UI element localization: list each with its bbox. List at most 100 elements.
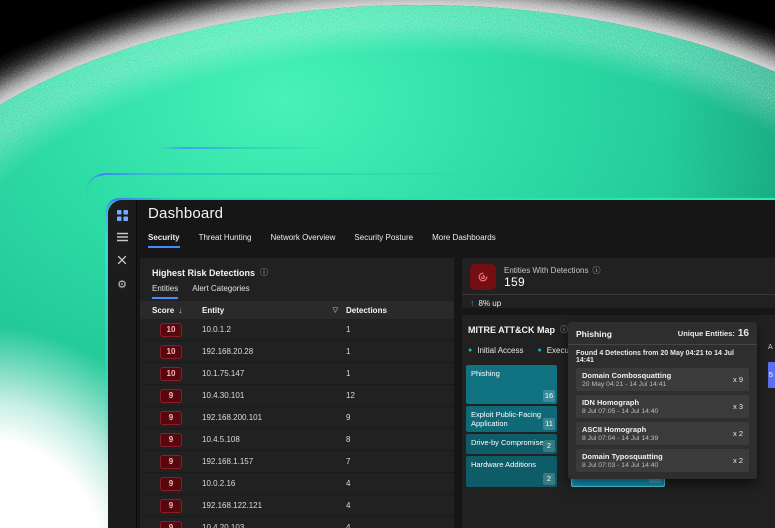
detections-red-icon xyxy=(470,264,496,290)
tile-label: Phishing xyxy=(471,369,500,378)
detection-multiplier: x 2 xyxy=(732,429,743,438)
detection-name: Domain Typosquatting xyxy=(582,452,663,461)
risk-score-badge: 9 xyxy=(160,388,182,403)
detection-range: 8 Jul 07:04 - 14 Jul 14:39 xyxy=(582,435,659,442)
app-side-rail: ⚙ xyxy=(108,200,137,528)
card-divider xyxy=(462,294,775,295)
detection-multiplier: x 2 xyxy=(732,456,743,465)
tab-more-dashboards[interactable]: More Dashboards xyxy=(432,233,496,248)
table-row[interactable]: 9 10.4.5.108 8 xyxy=(140,429,454,451)
tab-security[interactable]: Security xyxy=(148,233,180,248)
tile-label: Exploit Public-Facing Application xyxy=(471,410,542,429)
entity-ip: 192.168.20.28 xyxy=(202,347,254,356)
marketing-hero: ⚙ Dashboard Security Threat Hunting Netw… xyxy=(0,0,775,528)
info-icon[interactable]: ⓘ xyxy=(560,324,568,335)
detection-item[interactable]: Domain Combosquatting 20 May 04:21 - 14 … xyxy=(576,368,749,391)
detection-count: 9 xyxy=(346,413,351,422)
tab-entities[interactable]: Entities xyxy=(152,284,179,299)
table-header: Score ↓ Entity ▽ Detections xyxy=(140,301,454,319)
mitre-title: MITRE ATT&CK Map xyxy=(468,324,555,335)
mitre-tile-phishing[interactable]: Phishing 16 xyxy=(466,365,557,404)
highest-risk-tabs: Entities Alert Categories xyxy=(140,282,454,299)
risk-score-badge: 9 xyxy=(160,432,182,447)
detection-count: 4 xyxy=(346,523,351,528)
settings-gear-icon[interactable]: ⚙ xyxy=(108,273,136,295)
tab-alert-categories[interactable]: Alert Categories xyxy=(192,284,249,299)
legend-dot-icon: ● xyxy=(537,347,542,354)
risk-score-badge: 9 xyxy=(160,520,182,528)
table-row[interactable]: 9 10.0.2.16 4 xyxy=(140,473,454,495)
risk-score-badge: 9 xyxy=(160,476,182,491)
main-tab-bar: Security Threat Hunting Network Overview… xyxy=(148,233,496,248)
detection-count: 1 xyxy=(346,347,351,356)
popup-header: Phishing Unique Entities: 16 xyxy=(568,322,757,345)
detection-multiplier: x 3 xyxy=(732,402,743,411)
list-icon[interactable] xyxy=(108,226,136,248)
detection-item[interactable]: ASCII Homograph 8 Jul 07:04 - 14 Jul 14:… xyxy=(576,422,749,445)
entity-ip: 192.168.1.157 xyxy=(202,457,254,466)
table-row[interactable]: 10 192.168.20.28 1 xyxy=(140,341,454,363)
entities-value: 159 xyxy=(504,275,525,289)
risk-score-badge: 10 xyxy=(160,322,182,337)
entities-with-detections-card: Entities With Detections ⓘ 159 ↑ 8% up xyxy=(462,258,775,308)
entity-ip: 192.168.200.101 xyxy=(202,413,263,422)
popup-title: Phishing xyxy=(576,328,612,339)
detection-range: 8 Jul 07:05 - 14 Jul 14:40 xyxy=(582,408,659,415)
workflow-asterisk-icon[interactable] xyxy=(108,249,136,271)
entity-ip: 10.4.30.101 xyxy=(202,391,245,400)
filter-icon[interactable]: ▽ xyxy=(333,306,338,314)
tile-label: Hardware Additions xyxy=(471,460,537,469)
tab-threat-hunting[interactable]: Threat Hunting xyxy=(199,233,252,248)
entity-ip: 192.168.122.121 xyxy=(202,501,263,510)
risk-score-badge: 10 xyxy=(160,366,182,381)
detection-item[interactable]: IDN Homograph 8 Jul 07:05 - 14 Jul 14:40… xyxy=(576,395,749,418)
tab-network-overview[interactable]: Network Overview xyxy=(271,233,336,248)
dashboard-grid-icon[interactable] xyxy=(108,204,136,226)
legend-dot-icon: ● xyxy=(468,347,473,354)
highest-risk-card: Highest Risk Detections ⓘ Entities Alert… xyxy=(140,258,454,528)
tile-label: Drive-by Compromise xyxy=(471,438,544,447)
tile-count-badge: 16 xyxy=(543,390,555,402)
trend-row: ↑ 8% up xyxy=(470,298,501,308)
mitre-tile-hardware-additions[interactable]: Hardware Additions 2 xyxy=(466,456,557,487)
detection-count: 1 xyxy=(346,325,351,334)
detection-count: 4 xyxy=(346,479,351,488)
tab-security-posture[interactable]: Security Posture xyxy=(354,233,413,248)
detection-count: 7 xyxy=(346,457,351,466)
info-icon[interactable]: ⓘ xyxy=(260,267,268,278)
table-row[interactable]: 9 10.4.20.103 4 xyxy=(140,517,454,528)
table-row[interactable]: 10 10.0.1.2 1 xyxy=(140,319,454,341)
table-row[interactable]: 9 192.168.200.101 9 xyxy=(140,407,454,429)
mitre-edge-tile-partial[interactable]: 5 xyxy=(768,362,775,388)
detection-item[interactable]: Domain Typosquatting 8 Jul 07:03 - 14 Ju… xyxy=(576,449,749,472)
col-score-label: Score xyxy=(152,305,175,315)
legend-overflow-fragment: A xyxy=(768,344,773,351)
detection-range: 20 May 04:21 - 14 Jul 14:41 xyxy=(582,381,667,388)
mitre-legend: ● Initial Access ● Execution xyxy=(468,346,582,355)
entity-ip: 10.1.75.147 xyxy=(202,369,245,378)
sort-desc-icon[interactable]: ↓ xyxy=(178,306,182,315)
table-row[interactable]: 9 192.168.122.121 4 xyxy=(140,495,454,517)
phishing-detail-popup: Phishing Unique Entities: 16 Found 4 Det… xyxy=(568,322,757,479)
table-row[interactable]: 9 192.168.1.157 7 xyxy=(140,451,454,473)
mitre-tile-exploit-public-facing[interactable]: Exploit Public-Facing Application 11 xyxy=(466,406,557,432)
mitre-tile-drive-by[interactable]: Drive-by Compromise 2 xyxy=(466,434,557,454)
detection-count: 12 xyxy=(346,391,355,400)
table-row[interactable]: 10 10.1.75.147 1 xyxy=(140,363,454,385)
highest-risk-header: Highest Risk Detections ⓘ xyxy=(140,258,454,282)
detection-name: IDN Homograph xyxy=(582,398,640,407)
unique-entities-label: Unique Entities: xyxy=(677,329,735,338)
dashboard-window: ⚙ Dashboard Security Threat Hunting Netw… xyxy=(108,200,775,528)
tile-count-badge: 2 xyxy=(543,440,555,452)
detection-name: Domain Combosquatting xyxy=(582,371,672,380)
mitre-attack-card: MITRE ATT&CK Map ⓘ ● Initial Access ● Ex… xyxy=(462,315,775,528)
entity-ip: 10.0.2.16 xyxy=(202,479,236,488)
info-icon[interactable]: ⓘ xyxy=(592,265,600,276)
detection-multiplier: x 9 xyxy=(732,375,743,384)
legend-initial-access: ● Initial Access xyxy=(468,346,523,355)
entity-ip: 10.4.5.108 xyxy=(202,435,240,444)
table-row[interactable]: 9 10.4.30.101 12 xyxy=(140,385,454,407)
entity-ip: 10.0.1.2 xyxy=(202,325,231,334)
risk-score-badge: 10 xyxy=(160,344,182,359)
risk-score-badge: 9 xyxy=(160,454,182,469)
